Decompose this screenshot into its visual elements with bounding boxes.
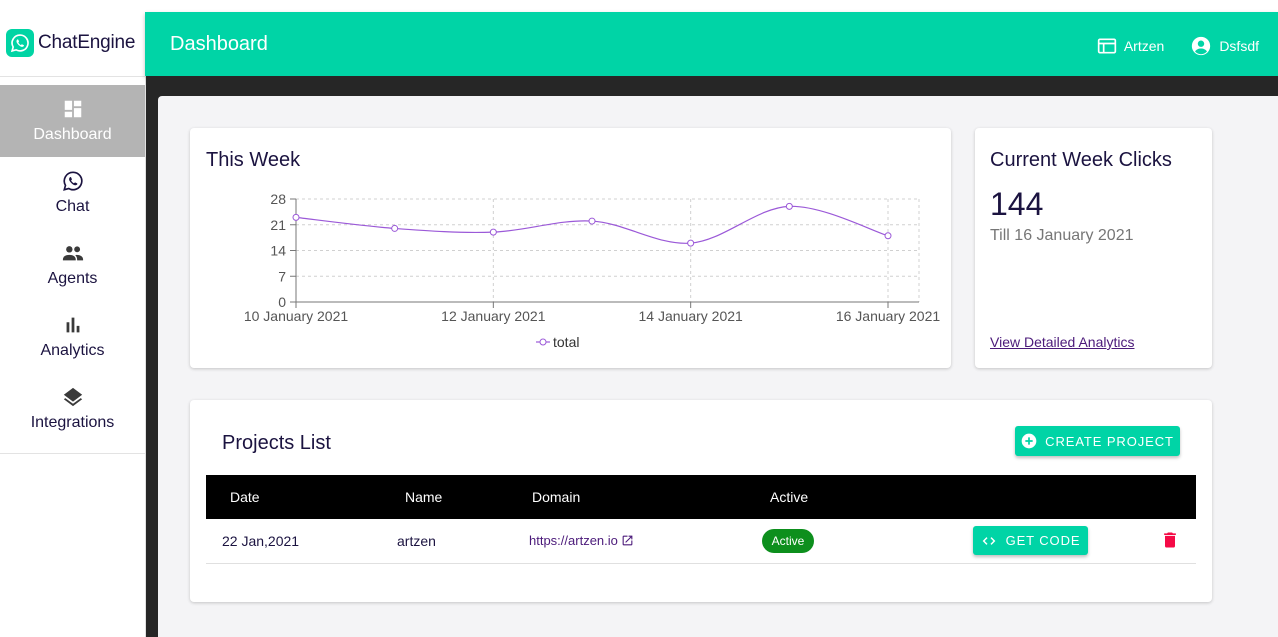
clicks-period: Till 16 January 2021 <box>990 227 1134 244</box>
sidebar-item-agents[interactable]: Agents <box>0 229 145 301</box>
y-tick-label: 28 <box>270 191 286 207</box>
divider <box>0 76 145 77</box>
brand-name: ChatEngine <box>38 32 136 53</box>
sidebar: ChatEngine Dashboard Chat Agents Analyti… <box>0 12 146 637</box>
clicks-count: 144 <box>990 186 1044 222</box>
column-header-active: Active <box>770 489 809 505</box>
data-point <box>884 232 892 240</box>
line-chart: 0714212810 January 2021 12 January 2021 14… <box>244 191 941 350</box>
header-actions: Artzen Dsfsdf <box>1097 35 1259 57</box>
chat-logo-icon <box>6 29 34 57</box>
people-icon <box>62 246 83 261</box>
project-date: 22 Jan,2021 <box>222 533 300 549</box>
create-project-label: CREATE PROJECT <box>1045 433 1174 449</box>
x-tick-label: 10 January 2021 <box>244 308 349 324</box>
y-tick-label: 14 <box>270 243 286 259</box>
data-point <box>785 202 793 210</box>
user-menu-button[interactable]: Dsfsdf <box>1190 35 1259 57</box>
x-tick-label: 16 January 2021 <box>836 308 941 324</box>
sidebar-item-label: Dashboard <box>33 126 112 143</box>
sidebar-item-label: Chat <box>55 198 90 215</box>
get-code-button[interactable]: GET CODE <box>973 526 1088 555</box>
workspace-button[interactable]: Artzen <box>1097 36 1164 56</box>
sidebar-item-label: Analytics <box>40 342 105 359</box>
sidebar-item-chat[interactable]: Chat <box>0 157 145 229</box>
project-domain-link[interactable]: https://artzen.io <box>529 533 634 548</box>
legend-marker <box>539 338 547 346</box>
divider <box>0 453 145 454</box>
get-code-label: GET CODE <box>1005 533 1081 548</box>
add-circle-icon <box>1021 433 1037 449</box>
x-tick-label: 12 January 2021 <box>441 308 546 324</box>
card-title: Projects List <box>222 432 331 454</box>
dashboard-icon <box>64 100 81 118</box>
this-week-card: This Week 0 7 14 21 28 10 January 2021 12 Janu… <box>190 128 951 368</box>
current-week-clicks-card: Current Week Clicks 144 Till 16 January … <box>975 128 1212 368</box>
column-header-date: Date <box>230 489 260 505</box>
account-circle-icon <box>1192 36 1211 56</box>
app-header: Dashboard Artzen Dsfsdf <box>145 12 1278 76</box>
y-tick-label: 21 <box>270 217 286 233</box>
project-name: artzen <box>397 533 436 549</box>
status-badge: Active <box>762 529 814 553</box>
x-tick-label: 14 January 2021 <box>639 308 744 324</box>
column-header-domain: Domain <box>532 489 581 505</box>
table-header: Date Name Domain Active <box>206 475 1196 519</box>
legend-label: total <box>553 334 579 350</box>
view-analytics-link[interactable]: View Detailed Analytics <box>990 334 1134 350</box>
open-in-new-icon <box>622 535 633 546</box>
user-name: Dsfsdf <box>1219 38 1259 54</box>
projects-card: Projects List CREATE PROJECT Date Name D… <box>190 400 1212 602</box>
data-point <box>489 228 497 236</box>
data-point <box>588 217 596 225</box>
table-row: 22 Jan,2021 artzen https://artzen.io Act… <box>206 519 1196 564</box>
bar-chart-icon <box>66 317 79 333</box>
data-point <box>687 239 695 247</box>
column-header-name: Name <box>405 489 443 505</box>
data-point <box>391 224 399 232</box>
y-tick-label: 7 <box>278 268 286 284</box>
page-title: Dashboard <box>170 33 268 55</box>
sidebar-item-integrations[interactable]: Integrations <box>0 373 145 445</box>
workspace-name: Artzen <box>1123 38 1165 54</box>
sidebar-item-dashboard[interactable]: Dashboard <box>0 85 145 157</box>
whatsapp-icon <box>62 171 83 191</box>
card-title: Current Week Clicks <box>990 149 1172 171</box>
layers-icon <box>63 387 82 407</box>
logo[interactable]: ChatEngine <box>6 29 135 57</box>
code-icon <box>982 536 995 545</box>
web-window-icon <box>1097 38 1117 54</box>
delete-icon[interactable] <box>1160 529 1180 551</box>
sidebar-item-label: Integrations <box>30 414 115 431</box>
domain-text: https://artzen.io <box>529 533 618 548</box>
create-project-button[interactable]: CREATE PROJECT <box>1015 426 1180 456</box>
sidebar-item-analytics[interactable]: Analytics <box>0 301 145 373</box>
sidebar-nav: Dashboard Chat Agents Analytics Integrat… <box>0 85 145 445</box>
data-point <box>292 213 300 221</box>
sidebar-item-label: Agents <box>47 270 98 287</box>
